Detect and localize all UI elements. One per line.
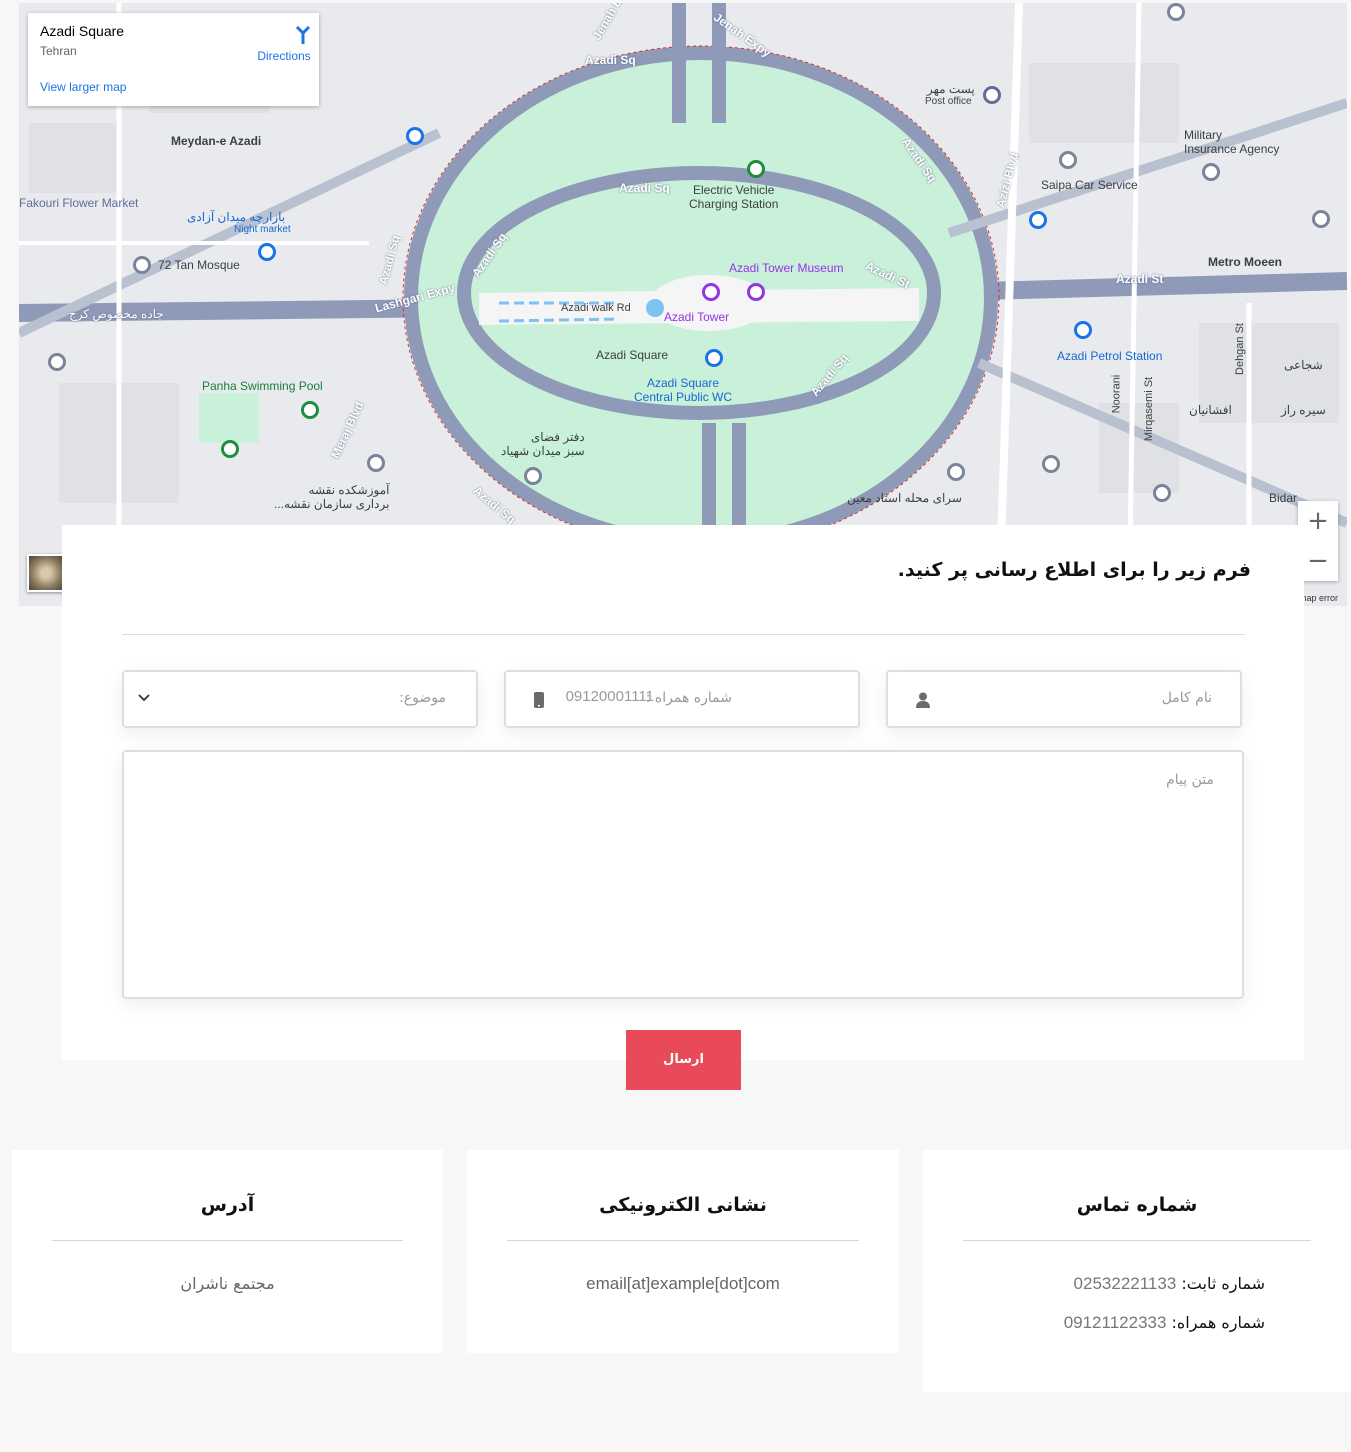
map-label-post-office: Post office <box>925 96 972 107</box>
map-label-azadi-sq-top: Azadi Sq <box>585 53 636 67</box>
address-title: آدرس <box>200 1194 255 1216</box>
map-label-azadi-square: Azadi Square <box>596 348 669 362</box>
map-label-public-wc: Azadi Square Central Public WC <box>634 376 733 404</box>
submit-button[interactable]: ارسال <box>626 1030 741 1090</box>
subject-placeholder: موضوع: <box>399 690 446 706</box>
map-label-sorkh: سیره راز <box>1281 403 1326 417</box>
cart-pin-icon[interactable] <box>258 243 276 261</box>
map-label-azadi-petrol: Azadi Petrol Station <box>1057 349 1163 363</box>
zoom-in-button[interactable]: + <box>1298 501 1338 541</box>
email-divider <box>507 1240 859 1241</box>
map-label-karaj-road: جاده مخصوص کرج <box>69 307 164 321</box>
map-label-saipa: Saipa Car Service <box>1041 178 1138 192</box>
map-pin-icon[interactable] <box>1312 210 1330 228</box>
map-label-dafter: دفتر فضای سبز میدان شهیاد <box>501 430 585 458</box>
address-divider <box>52 1240 403 1241</box>
map-label-bidar: Bidar <box>1269 491 1298 505</box>
map-label-azadi-tower-museum: Azadi Tower Museum <box>729 261 844 275</box>
map-label-sara: سرای محله استاد معین <box>847 491 962 505</box>
map-label-azadi-st-east: Azadi St <box>1116 272 1164 286</box>
map-pin-icon[interactable] <box>133 256 151 274</box>
contact-form-panel: فرم زیر را برای اطلاع رسانی پر کنید. نام… <box>62 525 1304 1060</box>
zoom-controls: + − <box>1298 501 1338 581</box>
map-label-fakouri: Fakouri Flower Market <box>19 196 139 210</box>
message-placeholder: متن پیام <box>1166 772 1214 788</box>
map-pin-icon[interactable] <box>947 463 965 481</box>
map-pin-icon[interactable] <box>1153 484 1171 502</box>
directions-icon[interactable] <box>293 25 313 45</box>
map-label-azadi-sq-inner: Azadi Sq <box>619 181 670 195</box>
map-pin-icon[interactable] <box>1059 151 1077 169</box>
map-pin-icon[interactable] <box>48 353 66 371</box>
map-label-azadi-tower: Azadi Tower <box>664 310 730 324</box>
map-label-military-insurance: Military Insurance Agency <box>1184 128 1280 156</box>
landline-value[interactable]: 02532221133 <box>1074 1274 1177 1293</box>
satellite-toggle-thumbnail[interactable] <box>27 554 65 592</box>
email-card: نشانی الکترونیکی email[at]example[dot]co… <box>467 1150 899 1353</box>
directions-link[interactable]: Directions <box>250 49 318 63</box>
place-city: Tehran <box>40 44 77 58</box>
full-name-placeholder: نام کامل <box>1161 690 1212 706</box>
email-title: نشانی الکترونیکی <box>599 1194 767 1216</box>
map-label-azadi-walk-rd: Azadi walk Rd <box>561 302 631 314</box>
map-label-meydan-azadi: Meydan-e Azadi <box>171 134 262 148</box>
museum-pin-icon[interactable] <box>747 283 765 301</box>
atm-pin-icon[interactable] <box>1029 211 1047 229</box>
user-icon <box>916 692 930 708</box>
map-pin-icon[interactable] <box>1042 455 1060 473</box>
form-title: فرم زیر را برای اطلاع رسانی پر کنید. <box>897 559 1251 581</box>
map-label-noorani: Noorani <box>1110 374 1123 414</box>
chevron-down-icon <box>138 694 150 702</box>
map-label-shojaee: شجاعی <box>1284 358 1323 372</box>
map-pin-icon[interactable] <box>1202 163 1220 181</box>
map-label-post-office-fa: پست مهر <box>927 82 975 96</box>
ev-charging-pin-icon[interactable] <box>747 160 765 178</box>
map-label-dehgan: Dehgan St <box>1233 323 1246 375</box>
shop-pin-icon[interactable] <box>406 127 424 145</box>
map-label-ev-charging: Electric Vehicle Charging Station <box>689 183 779 211</box>
tower-pin-icon[interactable] <box>702 283 720 301</box>
map-label-night-market-fa: بازارچه میدان آزادی <box>187 210 286 224</box>
form-divider <box>122 634 1245 635</box>
mobile-label: شماره همراه: <box>1171 1313 1265 1332</box>
wc-pin-icon[interactable] <box>705 349 723 367</box>
mobile-line: شماره همراه: 09121122333 <box>1064 1313 1265 1333</box>
map-label-metro-moeen: Metro Moeen <box>1208 255 1283 269</box>
landline-line: شماره ثابت: 02532221133 <box>1074 1274 1265 1294</box>
map-label-naqsheh: آموزشکده نقشه برداری سازمان نقشه... <box>274 483 390 511</box>
zoom-out-button[interactable]: − <box>1298 541 1338 581</box>
full-name-input[interactable]: نام کامل <box>886 670 1242 728</box>
map-label-panha-pool: Panha Swimming Pool <box>202 379 323 393</box>
map-label-mirqasemi: Mirqasemi St <box>1143 376 1156 442</box>
address-value: مجتمع ناشران <box>180 1274 275 1293</box>
map-pin-icon[interactable] <box>367 454 385 472</box>
map-label-night-market: Night market <box>234 224 291 235</box>
report-map-error-link[interactable]: map error <box>1299 593 1338 603</box>
mobile-number-input[interactable]: شماره همراه : 09120001111 <box>504 670 860 728</box>
message-textarea[interactable]: متن پیام <box>122 750 1244 999</box>
map-embed[interactable]: Azadi Sq Jenah Expy Jenah Expy Azadi Sq … <box>19 3 1347 606</box>
pool-pin-icon[interactable] <box>301 401 319 419</box>
phone-title: شماره تماس <box>1076 1194 1198 1216</box>
email-value: email[at]example[dot]com <box>586 1274 780 1293</box>
map-label-tan-mosque: 72 Tan Mosque <box>158 258 240 272</box>
phone-card: شماره تماس شماره ثابت: 02532221133 شماره… <box>923 1150 1351 1392</box>
mobile-phone-icon <box>534 692 544 708</box>
park-pin-icon[interactable] <box>221 440 239 458</box>
place-info-card: Azadi Square Tehran View larger map Dire… <box>28 13 319 106</box>
map-label-afshan: افشانیان <box>1189 403 1232 417</box>
mobile-number-example: 09120001111 <box>565 688 654 705</box>
map-pin-icon[interactable] <box>1167 3 1185 21</box>
phone-divider <box>963 1240 1311 1241</box>
address-card: آدرس مجتمع ناشران <box>12 1150 443 1353</box>
landline-label: شماره ثابت: <box>1181 1274 1265 1293</box>
subject-select[interactable]: موضوع: <box>122 670 478 728</box>
mobile-number-placeholder: شماره همراه : <box>645 690 732 706</box>
fuel-pin-icon[interactable] <box>1074 321 1092 339</box>
view-larger-map-link[interactable]: View larger map <box>40 80 126 94</box>
place-name: Azadi Square <box>40 23 125 39</box>
map-pin-icon[interactable] <box>524 467 542 485</box>
mobile-value[interactable]: 09121122333 <box>1064 1313 1167 1332</box>
post-pin-icon[interactable] <box>983 86 1001 104</box>
